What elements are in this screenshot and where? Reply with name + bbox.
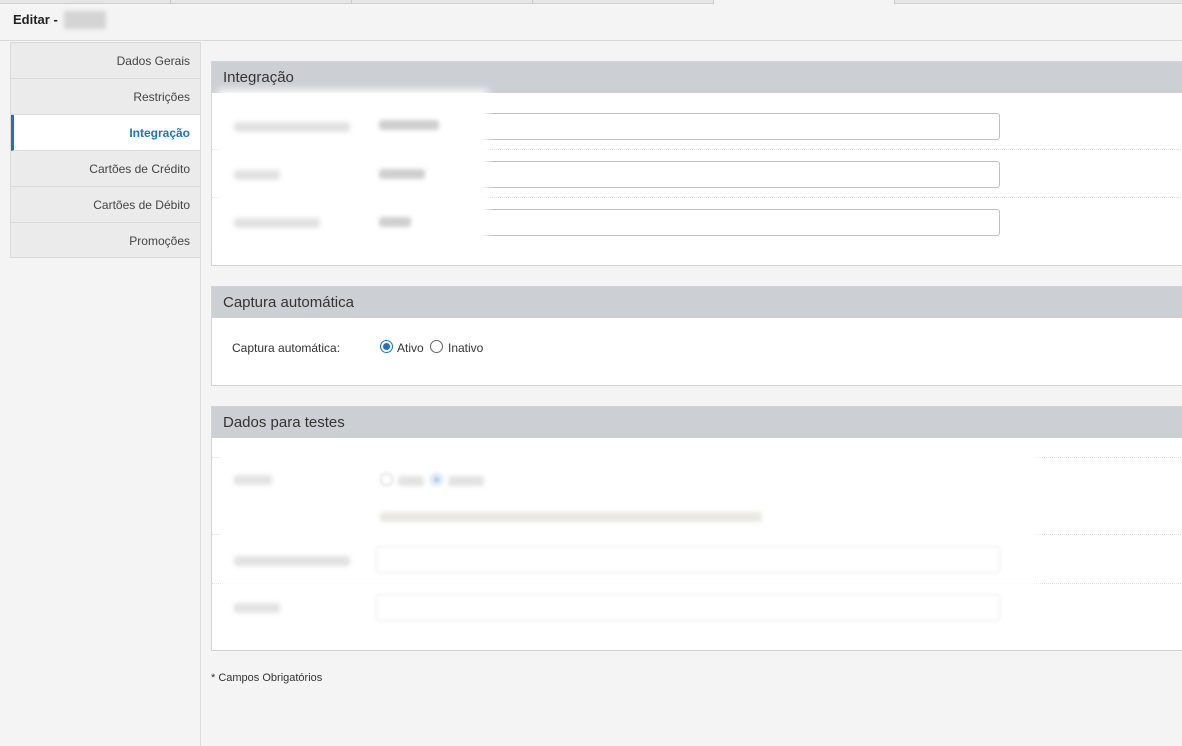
page-title: Editar - [13, 12, 58, 27]
captura-panel: Captura automática Captura automática: A… [211, 286, 1182, 386]
redacted-field-value [379, 120, 439, 130]
sidebar-item-dados-gerais[interactable]: Dados Gerais [11, 43, 200, 79]
sidebar-nav: Dados Gerais Restrições Integração Cartõ… [10, 42, 201, 258]
integracao-panel: Integração [211, 61, 1182, 266]
testes-field-2-input[interactable] [376, 594, 1000, 621]
sidebar-item-integracao[interactable]: Integração [11, 115, 200, 151]
redacted-field-label [234, 170, 280, 180]
required-fields-note: * Campos Obrigatórios [211, 672, 323, 684]
row-separator [212, 583, 1182, 584]
redacted-field-value [379, 169, 425, 179]
title-bar: Editar - [0, 4, 1182, 41]
redacted-hint-text [380, 512, 762, 522]
captura-label: Captura automática: [232, 341, 341, 355]
testes-radio-2[interactable] [430, 473, 443, 486]
redacted-field-label [234, 603, 280, 613]
sidebar-item-cartoes-credito[interactable]: Cartões de Crédito [11, 151, 200, 187]
redacted-field-label [234, 122, 350, 132]
testes-panel-header: Dados para testes [212, 407, 1182, 438]
captura-inativo-label[interactable]: Inativo [448, 341, 483, 355]
sidebar-item-cartoes-debito[interactable]: Cartões de Débito [11, 187, 200, 223]
redacted-radio-label [448, 476, 484, 486]
redacted-field-label [234, 218, 320, 228]
redacted-field-label [234, 475, 272, 485]
redacted-field-value [379, 217, 411, 227]
testes-field-1-input[interactable] [376, 546, 1000, 573]
captura-ativo-radio[interactable] [380, 340, 393, 353]
testes-panel: Dados para testes [211, 406, 1182, 651]
redacted-title-name [64, 11, 106, 29]
redacted-field-label [234, 556, 350, 566]
testes-radio-1[interactable] [380, 473, 393, 486]
sidebar-divider [200, 42, 201, 746]
sidebar-item-restricoes[interactable]: Restrições [11, 79, 200, 115]
captura-panel-header: Captura automática [212, 287, 1182, 318]
redacted-radio-label [398, 476, 424, 486]
captura-ativo-label[interactable]: Ativo [397, 341, 424, 355]
redaction-overlay [224, 96, 482, 238]
captura-inativo-radio[interactable] [430, 340, 443, 353]
integracao-panel-header: Integração [212, 62, 1182, 93]
sidebar-item-promocoes[interactable]: Promoções [11, 223, 200, 259]
